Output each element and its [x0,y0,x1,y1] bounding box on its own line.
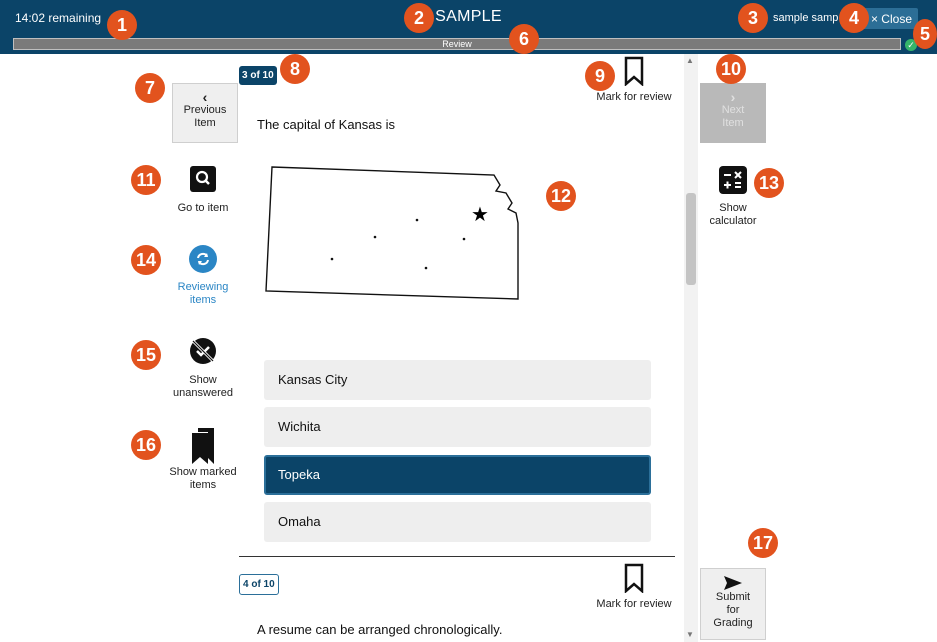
mark-for-review-button-next[interactable]: Mark for review [589,563,679,610]
user-name: sample samp [773,12,839,24]
show-unanswered-button[interactable]: Show unanswered [163,336,243,400]
callout-16: 16 [131,430,161,460]
bookmark-icon [623,563,645,594]
star-icon: ★ [471,202,489,226]
callout-6: 6 [509,24,539,54]
chevron-right-icon: › [730,89,736,105]
scroll-thumb[interactable] [686,193,696,285]
callout-1: 1 [107,10,137,40]
question-stem-next: A resume can be arranged chronologically… [257,622,503,637]
answer-option[interactable]: Kansas City [264,360,651,400]
callout-14: 14 [131,245,161,275]
callout-8: 8 [280,54,310,84]
search-icon [190,166,216,192]
scroll-down-arrow[interactable]: ▼ [686,630,694,639]
scroll-up-arrow[interactable]: ▲ [686,56,694,65]
bookmark-icon [623,56,645,87]
callout-2: 2 [404,3,434,33]
question-counter: 3 of 10 [239,66,277,85]
callout-13: 13 [754,168,784,198]
question-stem: The capital of Kansas is [257,117,396,132]
callout-3: 3 [738,3,768,33]
progress-bar: Review [13,38,901,50]
next-item-button[interactable]: › Next Item [700,83,766,143]
callout-11: 11 [131,165,161,195]
callout-17: 17 [748,528,778,558]
callout-7: 7 [135,73,165,103]
callout-12: 12 [546,181,576,211]
answer-option[interactable]: Omaha [264,502,651,542]
previous-item-button[interactable]: ‹ Previous Item [172,83,238,143]
go-to-item-button[interactable]: Go to item [168,166,238,214]
callout-5: 5 [913,19,937,49]
submit-for-grading-button[interactable]: Submit for Grading [700,568,766,640]
top-bar: 14:02 remaining SAMPLE sample samp × Clo… [0,0,937,54]
callout-9: 9 [585,61,615,91]
callout-15: 15 [131,340,161,370]
callout-4: 4 [839,3,869,33]
question-counter-next: 4 of 10 [239,574,279,595]
scrollbar[interactable] [684,54,698,642]
kansas-map: ★ [265,166,519,300]
question-divider [239,556,675,557]
show-marked-items-button[interactable]: Show marked items [163,426,243,492]
chevron-left-icon: ‹ [202,89,208,105]
no-answer-icon [188,336,218,366]
calculator-icon [719,166,747,194]
callout-10: 10 [716,54,746,84]
answer-option-selected[interactable]: Topeka [264,455,651,495]
bookmarks-icon [188,426,218,466]
refresh-icon [189,245,217,273]
send-icon [723,575,743,591]
reviewing-items-button[interactable]: Reviewing items [168,245,238,307]
answer-option[interactable]: Wichita [264,407,651,447]
